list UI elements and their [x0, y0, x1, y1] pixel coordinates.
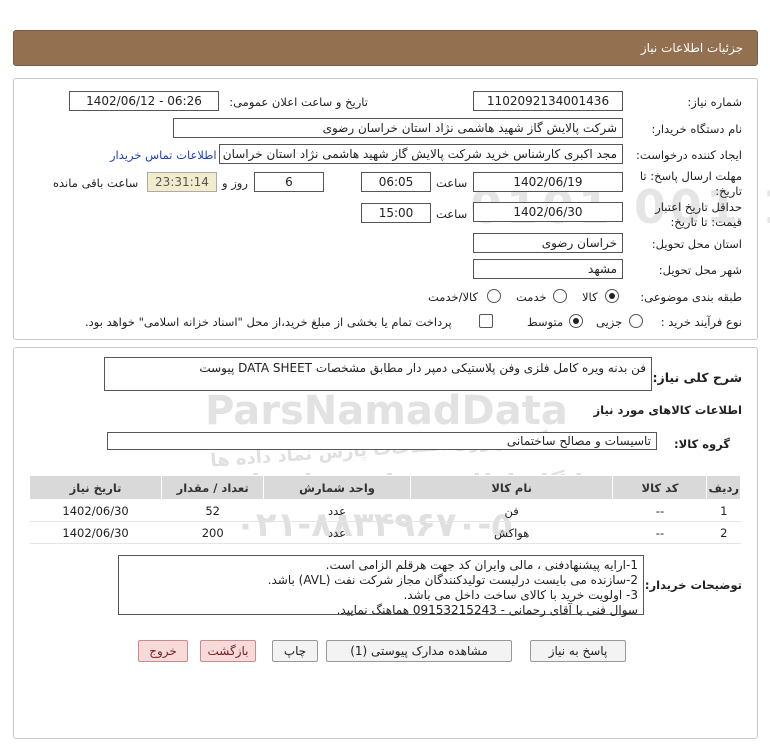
cell-date: 1402/06/30: [29, 521, 162, 544]
remaining-time-field: 23:31:14: [147, 172, 217, 192]
validity-time-label: ساعت: [436, 207, 468, 221]
items-table-wrapper: ردیف کد کالا نام کالا واحد شمارش تعداد /…: [28, 475, 741, 544]
note-line-4: سوال فنی با آقای رحمانی - 09153215243 هم…: [336, 603, 638, 617]
category-label: طبقه بندی موضوعی:: [640, 290, 742, 304]
days-field: 6: [254, 172, 324, 192]
cell-unit: عدد: [263, 499, 411, 522]
goods-section-title: اطلاعات کالاهای مورد نیاز: [593, 403, 742, 417]
reply-deadline-label-1: مهلت ارسال پاسخ: تا: [639, 169, 742, 183]
note-line-1: 1-ارایه پیشنهادفنی ، مالی وایران کد جهت …: [325, 558, 638, 572]
category-goods-radio[interactable]: [605, 289, 619, 303]
process-minor-label: جزیی: [596, 315, 623, 329]
need-number-field: 1102092134001436: [473, 91, 623, 111]
delivery-city-field: مشهد: [473, 259, 623, 279]
reply-button[interactable]: پاسخ به نیاز: [530, 640, 626, 662]
items-table-header: ردیف کد کالا نام کالا واحد شمارش تعداد /…: [28, 475, 741, 500]
col-code: کد کالا: [612, 475, 708, 500]
category-goods-service-radio[interactable]: [487, 289, 501, 303]
cell-row: 1: [706, 499, 741, 522]
table-row: 1 -- فن عدد 52 1402/06/30: [29, 499, 741, 522]
cell-name: فن: [410, 499, 613, 522]
cell-name: هواکش: [410, 521, 613, 544]
announce-datetime-field: 1402/06/12 - 06:26: [69, 91, 219, 111]
remaining-label: ساعت باقی مانده: [53, 176, 139, 190]
page-header: جزئیات اطلاعات نیاز: [13, 30, 758, 66]
goods-group-label: گروه کالا:: [674, 437, 730, 451]
cell-unit: عدد: [263, 521, 411, 544]
price-validity-label-1: حداقل تاریخ اعتبار: [655, 200, 742, 214]
cell-code: --: [612, 521, 707, 544]
items-table: ردیف کد کالا نام کالا واحد شمارش تعداد /…: [28, 475, 741, 544]
back-button[interactable]: بازگشت: [200, 640, 256, 662]
col-date: تاریخ نیاز: [28, 475, 163, 500]
validity-date-field: 1402/06/30: [473, 202, 623, 222]
cell-code: --: [612, 499, 707, 522]
need-number-label: شماره نیاز:: [687, 95, 742, 109]
cell-date: 1402/06/30: [29, 499, 162, 522]
buyer-org-field: شرکت پالایش گاز شهید هاشمی نژاد استان خر…: [173, 118, 623, 138]
note-line-3: 3- اولویت خرید با کالای ساخت داخل می باش…: [403, 588, 638, 602]
reply-time-field: 06:05: [361, 172, 431, 192]
exit-button[interactable]: خروج: [138, 640, 188, 662]
general-description-field: فن بدنه ویره کامل فلزی وفن پلاستیکی دمپر…: [104, 357, 652, 391]
reply-date-field: 1402/06/19: [473, 172, 623, 192]
buyer-notes-label: توضیحات خریدار:: [644, 578, 742, 592]
reply-time-label: ساعت: [436, 176, 468, 190]
delivery-province-label: استان محل تحویل:: [651, 237, 742, 251]
purchase-process-label: نوع فرآیند خرید :: [660, 315, 742, 329]
announce-datetime-label: تاریخ و ساعت اعلان عمومی:: [229, 95, 368, 109]
col-row: ردیف: [706, 475, 741, 500]
buyer-contact-link[interactable]: اطلاعات تماس خریدار: [110, 148, 217, 162]
requester-label: ایجاد کننده درخواست:: [636, 148, 742, 162]
cell-quantity: 52: [161, 499, 264, 522]
print-button[interactable]: چاپ: [272, 640, 318, 662]
process-medium-label: متوسط: [527, 315, 564, 329]
category-goods-label: کالا: [582, 290, 598, 304]
page-title: جزئیات اطلاعات نیاز: [640, 41, 743, 55]
general-description-label: شرح کلی نیاز:: [652, 370, 742, 385]
goods-group-field: تاسیسات و مصالح ساختمانی: [107, 432, 657, 450]
reply-deadline-label-2: تاریخ:: [715, 184, 742, 198]
price-validity-label-2: قیمت: تا تاریخ:: [670, 215, 742, 229]
delivery-city-label: شهر محل تحویل:: [658, 263, 742, 277]
buyer-notes-box: 1-ارایه پیشنهادفنی ، مالی وایران کد جهت …: [118, 555, 644, 617]
days-label: روز و: [222, 176, 248, 190]
delivery-province-field: خراسان رضوی: [473, 233, 623, 253]
cell-row: 2: [706, 521, 741, 544]
process-medium-radio[interactable]: [569, 314, 583, 328]
table-row: 2 -- هواکش عدد 200 1402/06/30: [29, 521, 741, 544]
category-service-radio[interactable]: [553, 289, 567, 303]
note-line-2: 2-سازنده می بایست درلیست تولیدکنندگان مج…: [267, 573, 638, 587]
treasury-checkbox[interactable]: [479, 314, 493, 328]
buyer-org-label: نام دستگاه خریدار:: [651, 122, 742, 136]
treasury-note: پرداخت تمام یا بخشی از مبلغ خرید،از محل …: [85, 315, 452, 329]
view-attachments-button[interactable]: مشاهده مدارک پیوستی (1): [326, 640, 512, 662]
col-quantity: تعداد / مقدار: [161, 475, 265, 500]
category-goods-service-label: کالا/خدمت: [428, 290, 479, 304]
category-service-label: خدمت: [516, 290, 547, 304]
requester-field: مجد اکبری کارشناس خرید شرکت پالایش گاز ش…: [219, 144, 623, 164]
col-unit: واحد شمارش: [263, 475, 411, 500]
cell-quantity: 200: [161, 521, 264, 544]
col-name: نام کالا: [409, 475, 614, 500]
process-minor-radio[interactable]: [629, 314, 643, 328]
validity-time-field: 15:00: [361, 203, 431, 223]
